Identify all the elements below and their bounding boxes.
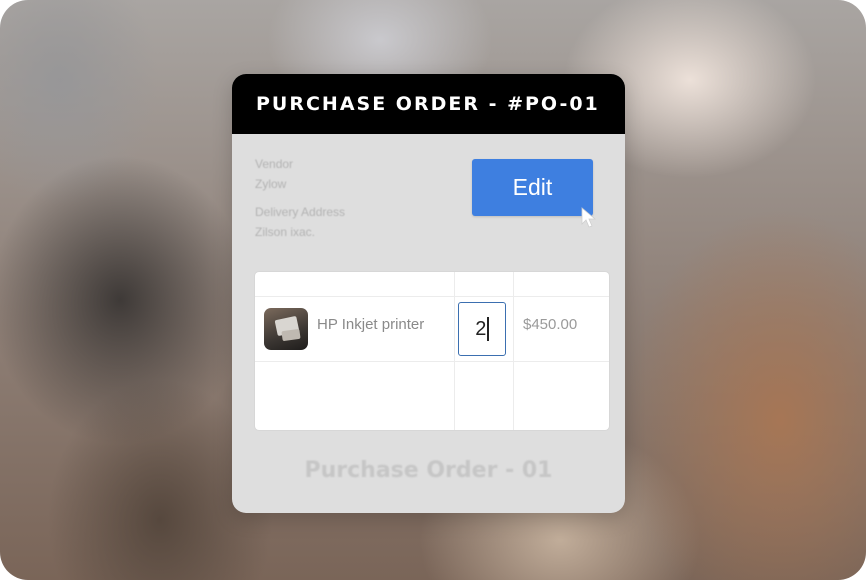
printer-thumbnail-icon: [264, 308, 308, 350]
edit-button[interactable]: Edit: [472, 159, 593, 216]
table-divider: [513, 272, 514, 430]
delivery-address-label: Delivery Address: [255, 205, 346, 219]
quantity-value: 2: [475, 317, 487, 340]
quantity-input[interactable]: 2: [458, 302, 506, 356]
footer-title: Purchase Order - 01: [304, 458, 553, 483]
line-price: $450.00: [523, 316, 578, 333]
line-items-table: HP Inkjet printer 2 $450.00: [255, 272, 609, 430]
purchase-order-card: PURCHASE ORDER - #PO-01 Vendor Zylow Del…: [232, 74, 625, 513]
table-divider: [454, 272, 455, 430]
table-divider: [255, 361, 609, 362]
vendor-value: Zylow: [255, 177, 287, 191]
product-name: HP Inkjet printer: [317, 316, 425, 333]
card-header: PURCHASE ORDER - #PO-01: [232, 74, 625, 134]
page-title: PURCHASE ORDER - #PO-01: [256, 93, 600, 115]
order-meta: Vendor Zylow Delivery Address Zilson ixa…: [255, 154, 345, 242]
vendor-label: Vendor: [255, 157, 294, 171]
delivery-address-value: Zilson ixac.: [255, 225, 316, 239]
text-caret: [487, 317, 489, 341]
mouse-pointer-icon: [581, 207, 597, 228]
table-divider: [255, 296, 609, 297]
